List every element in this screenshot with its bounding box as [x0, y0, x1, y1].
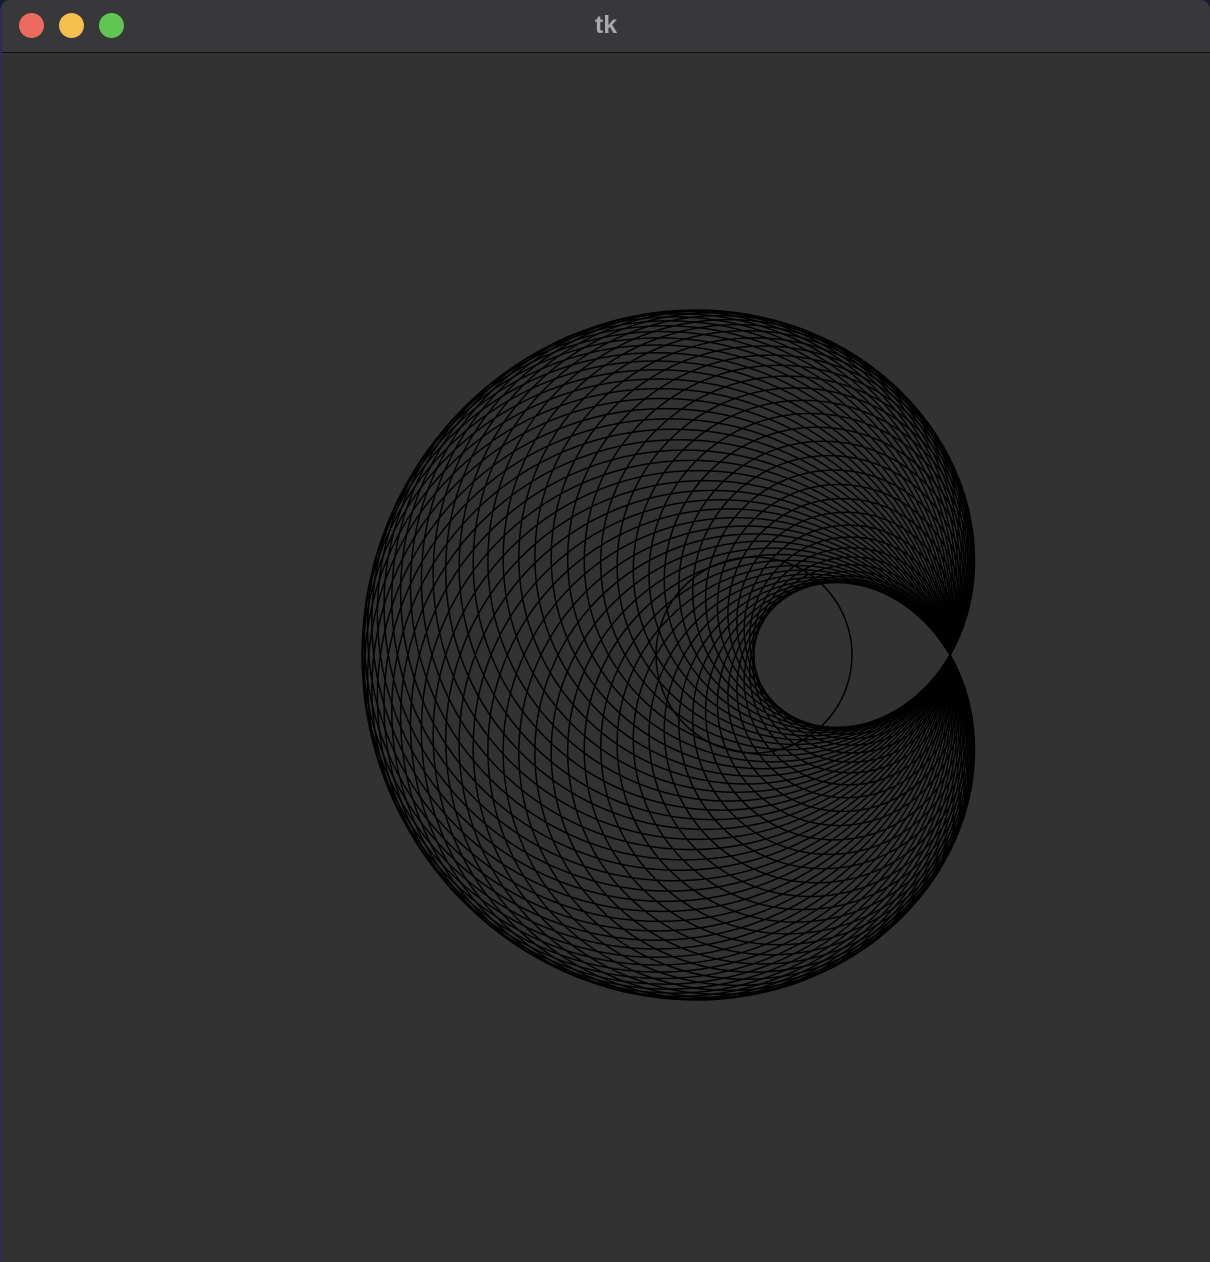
drawing-canvas[interactable]: [2, 54, 1210, 1262]
cardioid-drawing: [361, 309, 976, 1001]
app-window: tk: [0, 0, 1210, 1262]
title-bar[interactable]: tk: [2, 0, 1210, 53]
window-title: tk: [594, 11, 618, 39]
